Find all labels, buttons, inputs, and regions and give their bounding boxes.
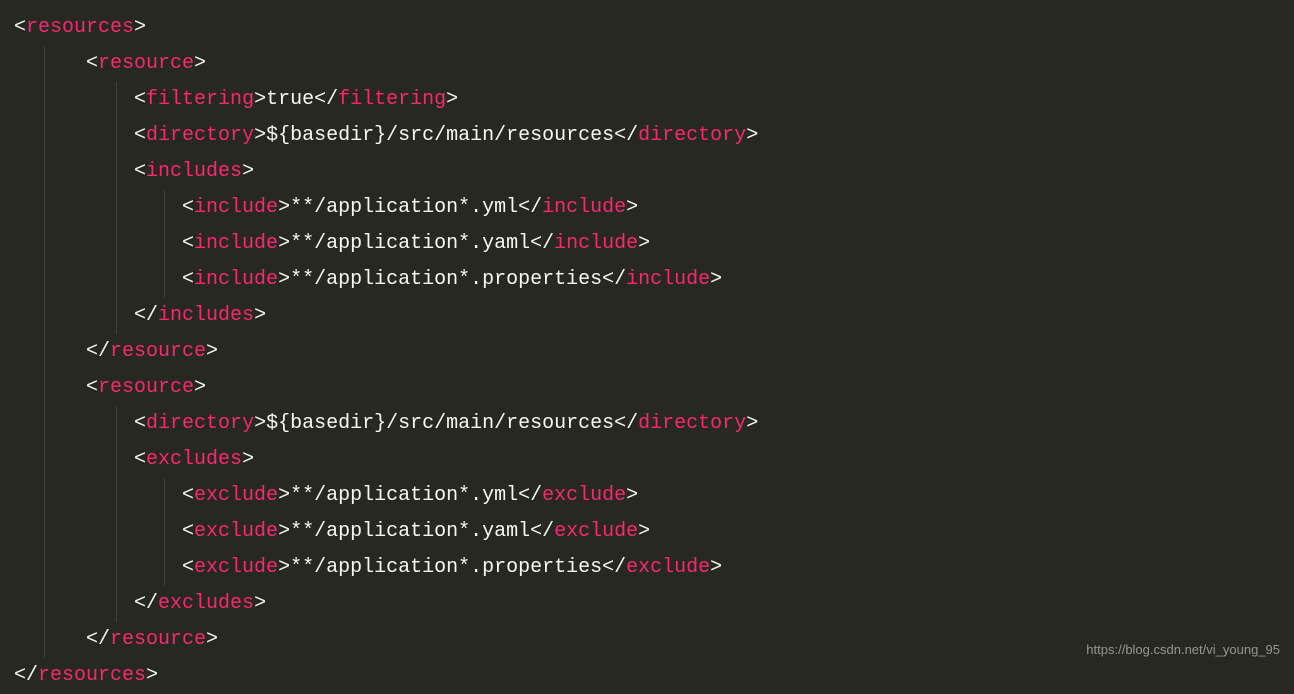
directory-value: ${basedir}/src/main/resources xyxy=(266,412,614,435)
tag-include-close: include xyxy=(626,268,710,291)
code-line: <filtering>true</filtering> xyxy=(14,82,1294,118)
code-line: <resources> xyxy=(14,10,1294,46)
tag-resource-close: resource xyxy=(110,340,206,363)
tag-excludes-close: excludes xyxy=(158,592,254,615)
code-line: <exclude>**/application*.yaml</exclude> xyxy=(14,514,1294,550)
tag-resources: resources xyxy=(26,16,134,39)
tag-directory: directory xyxy=(146,124,254,147)
tag-exclude-close: exclude xyxy=(542,484,626,507)
tag-include-close: include xyxy=(554,232,638,255)
tag-include: include xyxy=(194,196,278,219)
tag-directory-close: directory xyxy=(638,412,746,435)
directory-value: ${basedir}/src/main/resources xyxy=(266,124,614,147)
exclude-value: **/application*.properties xyxy=(290,556,602,579)
tag-includes-close: includes xyxy=(158,304,254,327)
code-line: <include>**/application*.properties</inc… xyxy=(14,262,1294,298)
code-line: <include>**/application*.yml</include> xyxy=(14,190,1294,226)
code-line: </excludes> xyxy=(14,586,1294,622)
exclude-value: **/application*.yaml xyxy=(290,520,530,543)
include-value: **/application*.properties xyxy=(290,268,602,291)
code-block: <resources> <resource> <filtering>true</… xyxy=(0,10,1294,694)
tag-exclude-close: exclude xyxy=(626,556,710,579)
tag-filtering: filtering xyxy=(146,88,254,111)
tag-include-close: include xyxy=(542,196,626,219)
tag-include: include xyxy=(194,232,278,255)
include-value: **/application*.yaml xyxy=(290,232,530,255)
tag-exclude-close: exclude xyxy=(554,520,638,543)
code-line: <resource> xyxy=(14,46,1294,82)
tag-resource: resource xyxy=(98,52,194,75)
exclude-value: **/application*.yml xyxy=(290,484,518,507)
code-line: <excludes> xyxy=(14,442,1294,478)
tag-include: include xyxy=(194,268,278,291)
code-line: <exclude>**/application*.yml</exclude> xyxy=(14,478,1294,514)
tag-exclude: exclude xyxy=(194,520,278,543)
tag-exclude: exclude xyxy=(194,484,278,507)
code-line: <includes> xyxy=(14,154,1294,190)
tag-excludes: excludes xyxy=(146,448,242,471)
code-line: <include>**/application*.yaml</include> xyxy=(14,226,1294,262)
code-line: </includes> xyxy=(14,298,1294,334)
tag-exclude: exclude xyxy=(194,556,278,579)
tag-resource: resource xyxy=(98,376,194,399)
code-line: <directory>${basedir}/src/main/resources… xyxy=(14,118,1294,154)
include-value: **/application*.yml xyxy=(290,196,518,219)
filtering-value: true xyxy=(266,88,314,111)
tag-directory-close: directory xyxy=(638,124,746,147)
code-line: <exclude>**/application*.properties</exc… xyxy=(14,550,1294,586)
tag-includes: includes xyxy=(146,160,242,183)
tag-directory: directory xyxy=(146,412,254,435)
watermark: https://blog.csdn.net/vi_young_95 xyxy=(1086,632,1280,668)
code-line: <resource> xyxy=(14,370,1294,406)
code-line: </resource> xyxy=(14,334,1294,370)
code-line: <directory>${basedir}/src/main/resources… xyxy=(14,406,1294,442)
tag-resource-close: resource xyxy=(110,628,206,651)
tag-resources-close: resources xyxy=(38,664,146,687)
tag-filtering-close: filtering xyxy=(338,88,446,111)
